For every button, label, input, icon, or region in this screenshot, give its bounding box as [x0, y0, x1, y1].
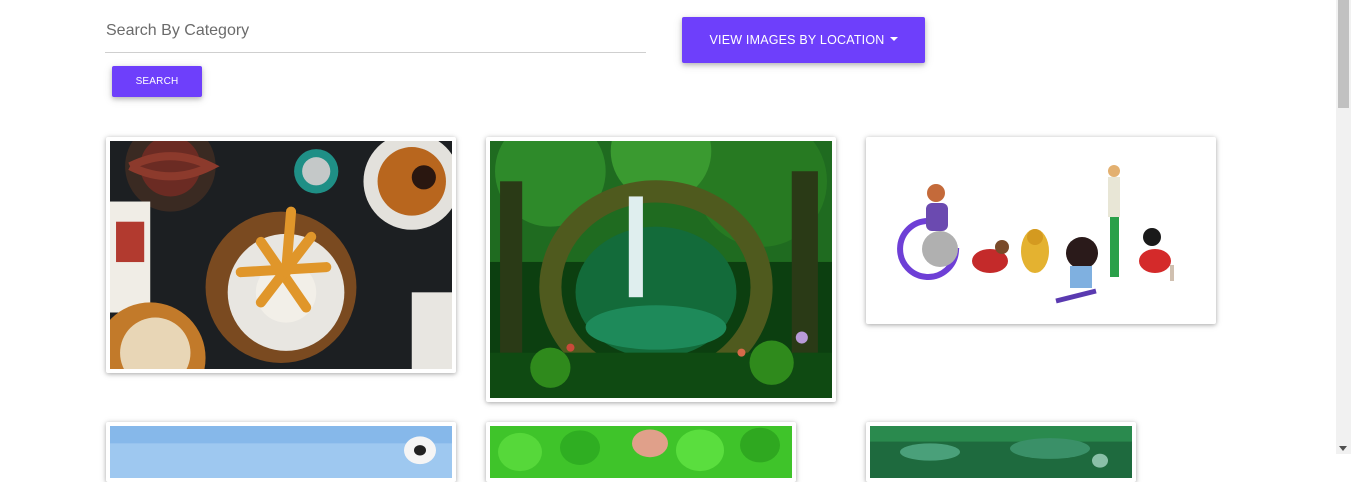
gallery-card[interactable] [106, 422, 456, 482]
view-by-location-dropdown[interactable]: VIEW IMAGES BY LOCATION [682, 17, 925, 63]
search-input[interactable] [105, 18, 647, 40]
scrollbar-thumb[interactable] [1338, 0, 1349, 108]
foliage-image [490, 426, 792, 478]
search-button[interactable]: SEARCH [112, 66, 202, 97]
gallery-card[interactable] [866, 137, 1216, 324]
search-button-label: SEARCH [135, 76, 179, 87]
page-scrollbar[interactable] [1336, 0, 1351, 454]
caret-down-icon [889, 37, 898, 41]
forest-image [490, 141, 832, 398]
underwater-image [870, 426, 1132, 478]
food-image [110, 141, 452, 369]
scroll-down-arrow-icon[interactable] [1339, 446, 1347, 451]
gallery-card[interactable] [866, 422, 1136, 482]
gallery-card[interactable] [486, 422, 796, 482]
view-by-location-label: VIEW IMAGES BY LOCATION [709, 33, 885, 47]
search-field[interactable] [105, 18, 647, 53]
sky-image [110, 426, 452, 478]
gallery-card[interactable] [106, 137, 456, 373]
gallery-card[interactable] [486, 137, 836, 402]
illustration-image [870, 141, 1212, 320]
